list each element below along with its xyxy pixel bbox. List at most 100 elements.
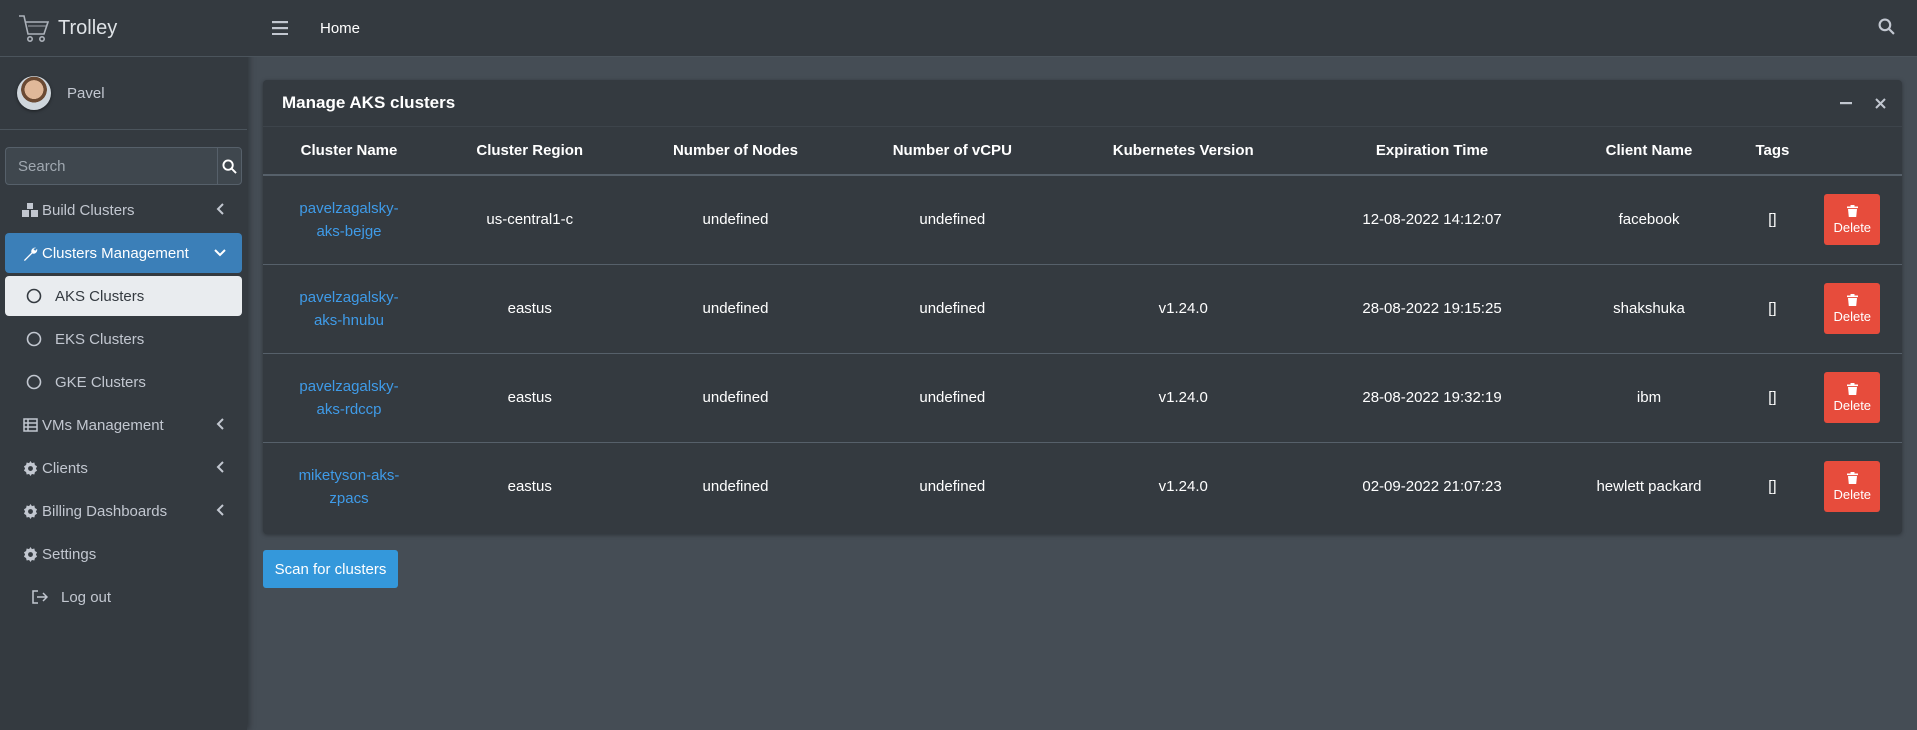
number-of-vcpu: undefined bbox=[846, 264, 1059, 354]
column-header: Expiration Time bbox=[1308, 127, 1556, 176]
user-panel[interactable]: Pavel bbox=[0, 57, 247, 130]
card-header: Manage AKS clusters bbox=[263, 80, 1902, 127]
home-link[interactable]: Home bbox=[320, 20, 360, 37]
cluster-name-link[interactable]: miketyson-aks-zpacs bbox=[289, 464, 409, 510]
sidebar-item-label: VMs Management bbox=[42, 416, 164, 434]
trash-icon bbox=[1846, 382, 1858, 395]
gear-icon bbox=[21, 503, 39, 519]
sidebar-search-button[interactable] bbox=[217, 147, 242, 185]
column-header: Number of Nodes bbox=[624, 127, 847, 176]
sidebar-item-label: Clients bbox=[42, 459, 88, 477]
cluster-name-link[interactable]: pavelzagalsky-aks-bejge bbox=[289, 197, 409, 243]
expiration-time: 02-09-2022 21:07:23 bbox=[1362, 478, 1502, 496]
brand-name: Trolley bbox=[58, 16, 118, 39]
sidebar-item-label: AKS Clusters bbox=[55, 287, 145, 305]
trash-icon bbox=[1846, 204, 1858, 217]
column-header: Tags bbox=[1742, 127, 1803, 176]
sidebar-item-vms-management[interactable]: VMs Management bbox=[5, 405, 242, 445]
chevron-down-icon bbox=[214, 245, 226, 262]
sidebar-item-aks-clusters[interactable]: AKS Clusters bbox=[5, 276, 242, 316]
column-header: Cluster Region bbox=[435, 127, 625, 176]
avatar bbox=[17, 76, 51, 110]
cluster-region: eastus bbox=[435, 264, 625, 354]
sidebar-nav: Build Clusters Clusters Management AKS C… bbox=[0, 190, 247, 617]
delete-label: Delete bbox=[1833, 219, 1872, 235]
server-list-icon bbox=[21, 418, 39, 432]
sidebar-item-label: EKS Clusters bbox=[55, 330, 145, 348]
collapse-icon[interactable] bbox=[1838, 95, 1854, 111]
delete-button[interactable]: Delete bbox=[1824, 194, 1881, 246]
sidebar-item-clusters-management[interactable]: Clusters Management bbox=[5, 233, 242, 273]
sidebar-item-label: GKE Clusters bbox=[55, 373, 146, 391]
sidebar-item-gke-clusters[interactable]: GKE Clusters bbox=[5, 362, 242, 402]
number-of-nodes: undefined bbox=[702, 478, 769, 496]
client-name: shakshuka bbox=[1555, 264, 1743, 354]
circle-icon bbox=[25, 288, 43, 304]
sidebar-item-logout[interactable]: Log out bbox=[5, 577, 242, 617]
kubernetes-version: v1.24.0 bbox=[1058, 353, 1309, 443]
sidebar-item-clients[interactable]: Clients bbox=[5, 448, 242, 488]
trash-icon bbox=[1846, 471, 1858, 484]
gear-icon bbox=[21, 460, 39, 476]
trash-icon bbox=[1846, 293, 1858, 306]
search-icon bbox=[222, 158, 237, 174]
delete-label: Delete bbox=[1833, 397, 1872, 413]
sidebar-item-settings[interactable]: Settings bbox=[5, 534, 242, 574]
sidebar-item-label: Billing Dashboards bbox=[42, 502, 168, 520]
cluster-name-link[interactable]: pavelzagalsky-aks-rdccp bbox=[289, 375, 409, 421]
cluster-region: us-central1-c bbox=[435, 175, 625, 265]
user-name[interactable]: Pavel bbox=[67, 85, 105, 102]
kubernetes-version bbox=[1058, 175, 1309, 265]
aks-clusters-card: Manage AKS clusters Cluster Name Cluster… bbox=[263, 80, 1902, 534]
number-of-nodes: undefined bbox=[624, 353, 847, 443]
delete-label: Delete bbox=[1833, 486, 1872, 502]
clusters-table: Cluster Name Cluster Region Number of No… bbox=[263, 127, 1902, 531]
cubes-icon bbox=[21, 203, 39, 217]
column-header: Client Name bbox=[1555, 127, 1743, 176]
column-header: Cluster Name bbox=[263, 127, 435, 176]
cluster-region: eastus bbox=[507, 478, 552, 496]
sidebar: Trolley Pavel Build Clusters Clusters Ma… bbox=[0, 0, 247, 730]
client-name: ibm bbox=[1555, 353, 1743, 443]
circle-icon bbox=[25, 374, 43, 390]
navbar-search-icon[interactable] bbox=[1878, 18, 1895, 40]
column-header: Number of vCPU bbox=[846, 127, 1059, 176]
client-name: facebook bbox=[1555, 175, 1743, 265]
scan-for-clusters-button[interactable]: Scan for clusters bbox=[263, 550, 398, 588]
expiration-time: 12-08-2022 14:12:07 bbox=[1308, 175, 1556, 265]
sign-out-icon bbox=[31, 590, 49, 604]
cluster-region: eastus bbox=[435, 353, 625, 443]
tags: [] bbox=[1742, 353, 1803, 443]
sidebar-item-eks-clusters[interactable]: EKS Clusters bbox=[5, 319, 242, 359]
sidebar-item-label: Clusters Management bbox=[42, 244, 189, 262]
delete-label: Delete bbox=[1833, 308, 1872, 324]
top-navbar: Home bbox=[247, 0, 1917, 57]
chevron-left-icon bbox=[216, 417, 226, 434]
number-of-nodes: undefined bbox=[624, 175, 847, 265]
chevron-left-icon bbox=[216, 202, 226, 219]
sidebar-item-billing-dashboards[interactable]: Billing Dashboards bbox=[5, 491, 242, 531]
table-row: pavelzagalsky-aks-hnubu eastus undefined… bbox=[263, 264, 1902, 354]
brand-link[interactable]: Trolley bbox=[0, 0, 247, 57]
delete-button[interactable]: Delete bbox=[1824, 461, 1881, 513]
table-header-row: Cluster Name Cluster Region Number of No… bbox=[263, 127, 1902, 176]
tags: [] bbox=[1742, 264, 1803, 354]
number-of-vcpu: undefined bbox=[846, 353, 1059, 443]
expiration-time: 28-08-2022 19:32:19 bbox=[1308, 353, 1556, 443]
sidebar-search-input[interactable] bbox=[5, 147, 217, 185]
cart-icon bbox=[16, 10, 52, 46]
column-header: Kubernetes Version bbox=[1058, 127, 1309, 176]
circle-icon bbox=[25, 331, 43, 347]
delete-button[interactable]: Delete bbox=[1824, 372, 1881, 423]
hamburger-menu-icon[interactable] bbox=[270, 18, 290, 38]
client-name: hewlett packard bbox=[1596, 478, 1702, 496]
sidebar-item-build-clusters[interactable]: Build Clusters bbox=[5, 190, 242, 230]
close-icon[interactable] bbox=[1872, 95, 1888, 111]
number-of-nodes: undefined bbox=[624, 264, 847, 354]
number-of-vcpu: undefined bbox=[919, 478, 986, 496]
cluster-name-link[interactable]: pavelzagalsky-aks-hnubu bbox=[289, 286, 409, 332]
delete-button[interactable]: Delete bbox=[1824, 283, 1881, 334]
sidebar-item-label: Settings bbox=[42, 545, 97, 563]
card-tools bbox=[1838, 95, 1888, 111]
kubernetes-version: v1.24.0 bbox=[1158, 478, 1208, 496]
